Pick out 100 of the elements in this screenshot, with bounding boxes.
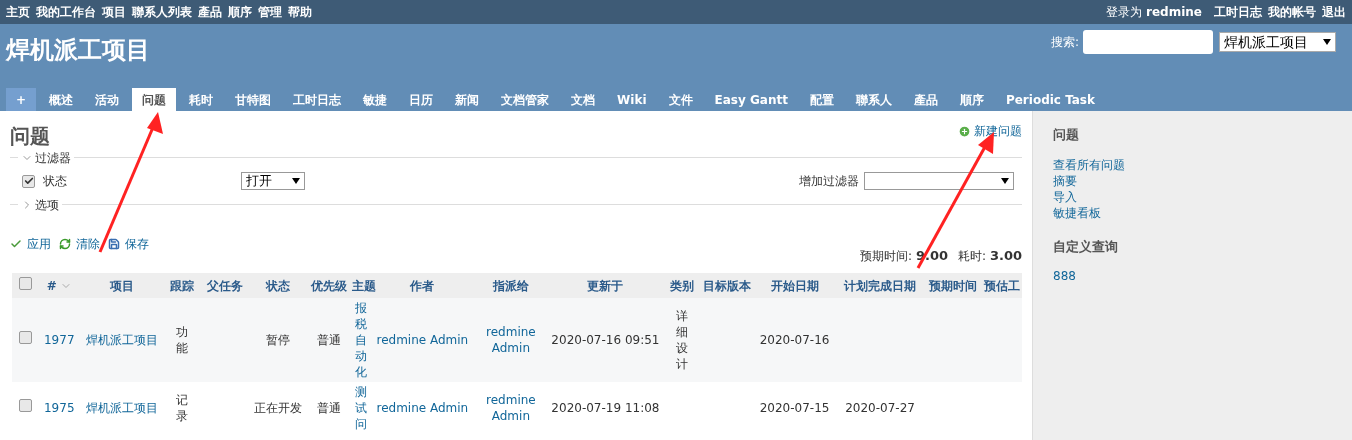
caret-icon xyxy=(292,178,300,184)
table-link[interactable]: 1977 xyxy=(38,332,81,348)
table-cell-text: 正在开发 xyxy=(253,400,304,416)
refresh-icon xyxy=(59,238,71,250)
table-cell-text: 2020-07-15 xyxy=(758,400,831,416)
table-link[interactable]: 焊机派工项目 xyxy=(80,332,163,348)
top-menu-link[interactable]: 帮助 xyxy=(288,3,312,21)
project-tab[interactable]: 順序 xyxy=(950,88,993,111)
checkbox[interactable] xyxy=(18,399,32,412)
column-header[interactable]: 类别 xyxy=(669,276,694,295)
column-header[interactable]: 开始日期 xyxy=(770,276,819,295)
project-tab[interactable]: 新闻 xyxy=(446,88,489,111)
new-issue-link[interactable]: 新建问题 xyxy=(958,122,1022,140)
total-text: 耗时: 3.00 xyxy=(958,246,1022,265)
column-header[interactable]: 父任务 xyxy=(207,276,244,295)
column-header[interactable]: 计划完成日期 xyxy=(844,276,917,295)
project-tab[interactable]: 配置 xyxy=(800,88,843,111)
table-link[interactable]: 1975 xyxy=(38,400,81,416)
options-legend[interactable]: 选项 xyxy=(18,196,62,214)
top-menu-link[interactable]: 聯系人列表 xyxy=(132,3,192,21)
sidebar-link[interactable]: 摘要 xyxy=(1053,172,1077,189)
action-link[interactable]: 保存 xyxy=(108,235,149,253)
checkbox[interactable] xyxy=(18,276,32,290)
project-tab[interactable]: 產品 xyxy=(904,88,947,111)
top-menu-link[interactable]: 管理 xyxy=(258,3,282,21)
account-link[interactable]: 我的帐号 xyxy=(1268,3,1316,21)
project-title: 焊机派工项目 xyxy=(6,35,150,66)
account-link[interactable]: 退出 xyxy=(1322,3,1346,21)
top-menu-link[interactable]: 我的工作台 xyxy=(36,3,96,21)
project-tab[interactable]: 问题 xyxy=(132,88,177,111)
column-header[interactable]: 预期时间 xyxy=(929,276,978,295)
caret-icon xyxy=(1001,178,1009,184)
account-link[interactable]: 工时日志 xyxy=(1214,3,1262,21)
table-link[interactable]: redmine Admin xyxy=(474,392,548,424)
sidebar-heading: 问题 xyxy=(1053,126,1080,144)
project-tab[interactable]: Wiki xyxy=(608,88,656,111)
action-link[interactable]: 应用 xyxy=(10,235,51,253)
sidebar-heading: 自定义查询 xyxy=(1053,237,1119,256)
project-tab[interactable]: 活动 xyxy=(86,88,129,111)
column-header[interactable]: 项目 xyxy=(109,276,134,295)
project-tab[interactable]: 工时日志 xyxy=(284,88,351,111)
sidebar-link[interactable]: 888 xyxy=(1053,268,1076,284)
table-cell: 详细设计 xyxy=(675,308,688,372)
project-tab[interactable]: 文档管家 xyxy=(492,88,559,111)
project-tab[interactable]: 文档 xyxy=(562,88,605,111)
column-header[interactable]: # xyxy=(46,276,57,295)
sidebar-link[interactable]: 敏捷看板 xyxy=(1053,204,1101,221)
operator-select[interactable]: 打开 xyxy=(241,172,305,190)
search-label: 搜索: xyxy=(1050,34,1079,51)
table-cell-text: 普通 xyxy=(316,332,343,348)
project-tab[interactable]: 耗时 xyxy=(180,88,223,111)
table-cell-text: 暂停 xyxy=(265,332,292,348)
project-select[interactable]: 焊机派工项目 xyxy=(1219,32,1336,52)
column-header[interactable]: 主题 xyxy=(351,276,376,295)
sidebar-link[interactable]: 查看所有问题 xyxy=(1053,156,1125,173)
filter-legend[interactable]: 过滤器 xyxy=(18,149,74,167)
add-filter-select[interactable] xyxy=(864,172,1014,190)
table-link[interactable]: 报税自动化 xyxy=(355,300,367,380)
project-tab[interactable]: 概述 xyxy=(40,88,83,111)
page-title: 问题 xyxy=(10,123,50,150)
table-cell-text: 2020-07-16 09:51 xyxy=(550,332,661,348)
table-link[interactable]: redmine Admin xyxy=(370,400,475,416)
top-menu-link[interactable]: 主页 xyxy=(6,3,30,21)
caret-icon xyxy=(1323,39,1331,45)
checkbox[interactable] xyxy=(18,331,32,344)
table-link[interactable]: 测试问 xyxy=(355,384,367,432)
table-cell-text: 普通 xyxy=(316,400,343,416)
table-cell-text: 2020-07-27 xyxy=(844,400,916,416)
checkbox[interactable] xyxy=(22,174,35,188)
add-filter-label: 增加过滤器 xyxy=(799,173,859,190)
project-tab[interactable]: Easy Gantt xyxy=(705,88,797,111)
column-header[interactable]: 目标版本 xyxy=(703,276,752,295)
project-tab[interactable]: 敏捷 xyxy=(354,88,397,111)
column-header[interactable]: 作者 xyxy=(410,276,435,295)
project-tab[interactable]: 聯系人 xyxy=(846,88,901,111)
action-link[interactable]: 清除 xyxy=(59,235,100,253)
project-tab[interactable]: 日历 xyxy=(400,88,443,111)
table-cell: 记录 xyxy=(176,392,188,424)
search-field[interactable] xyxy=(1083,30,1213,54)
column-header[interactable]: 状态 xyxy=(266,276,291,295)
table-cell: 功能 xyxy=(176,324,188,356)
table-cell-text: 2020-07-19 11:08 xyxy=(550,400,661,416)
project-tab[interactable]: 甘特图 xyxy=(226,88,281,111)
table-link[interactable]: redmine Admin xyxy=(474,324,548,356)
column-header[interactable]: 预估工 xyxy=(983,276,1020,295)
top-menu-link[interactable]: 项目 xyxy=(102,3,126,21)
table-link[interactable]: redmine Admin xyxy=(370,332,475,348)
logged-in-label: 登录为 redmine xyxy=(1106,4,1202,21)
table-link[interactable]: 焊机派工项目 xyxy=(80,400,163,416)
filter-label: 状态 xyxy=(43,173,68,190)
project-tab[interactable]: 文件 xyxy=(659,88,702,111)
sidebar-link[interactable]: 导入 xyxy=(1053,188,1077,205)
top-menu-link[interactable]: 產品 xyxy=(198,3,222,21)
column-header[interactable]: 跟踪 xyxy=(170,276,194,295)
column-header[interactable]: 优先级 xyxy=(311,276,348,295)
column-header[interactable]: 更新于 xyxy=(587,276,624,295)
check-icon xyxy=(10,238,22,250)
column-header[interactable]: 指派给 xyxy=(492,276,529,295)
top-menu-link[interactable]: 順序 xyxy=(228,3,252,21)
project-tab[interactable]: Periodic Task xyxy=(996,88,1104,111)
